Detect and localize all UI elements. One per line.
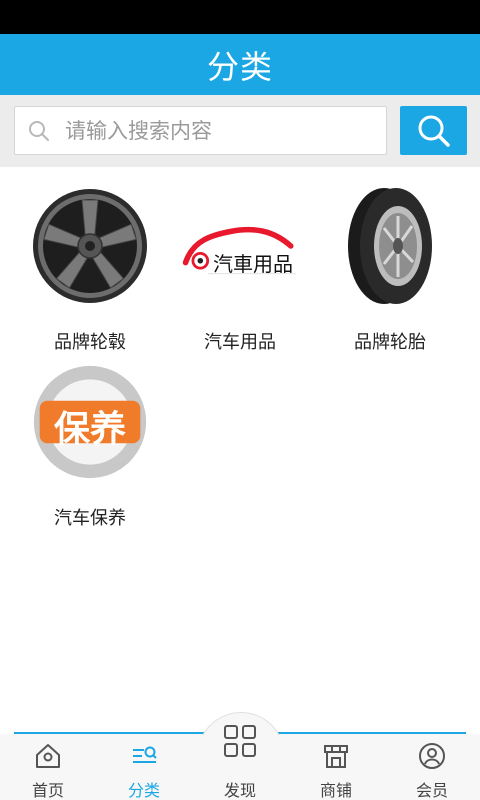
category-label: 品牌轮毂 <box>54 332 126 353</box>
logo-text: 保养 <box>53 409 126 450</box>
tab-discover[interactable]: 发现 <box>192 725 288 800</box>
search-input[interactable] <box>65 118 355 143</box>
category-item-car-supplies[interactable]: 汽車用品 汽车用品 <box>165 178 315 353</box>
category-item-tires[interactable]: 品牌轮胎 <box>315 178 465 353</box>
search-icon <box>418 115 450 147</box>
search-icon <box>29 120 49 141</box>
alloy-wheel-image <box>30 184 150 308</box>
status-bar <box>0 0 480 34</box>
tab-label: 商铺 <box>319 781 352 800</box>
tab-member[interactable]: 会员 <box>384 734 480 800</box>
category-item-wheels[interactable]: 品牌轮毂 <box>15 178 165 353</box>
grid-icon <box>224 725 256 757</box>
search-area <box>0 95 480 167</box>
home-icon <box>36 744 60 768</box>
tab-shop[interactable]: 商铺 <box>288 734 384 800</box>
category-label: 汽车保养 <box>54 508 126 529</box>
category-label: 品牌轮胎 <box>354 332 426 353</box>
search-box[interactable] <box>14 106 387 155</box>
tire-image <box>330 184 450 308</box>
tab-category[interactable]: 分类 <box>96 734 192 800</box>
title-bar: 分类 <box>0 34 480 95</box>
logo-text: 汽車用品 <box>213 252 293 276</box>
tab-label: 发现 <box>223 781 256 800</box>
tab-label: 首页 <box>31 781 64 800</box>
category-item-maintenance[interactable]: 保养 汽车保养 <box>15 354 165 529</box>
tab-label: 分类 <box>127 781 160 800</box>
search-button[interactable] <box>400 106 467 155</box>
shop-icon <box>324 745 348 768</box>
tab-home[interactable]: 首页 <box>0 734 96 800</box>
category-label: 汽车用品 <box>204 332 276 353</box>
page-title: 分类 <box>206 47 273 86</box>
category-icon <box>133 746 157 763</box>
member-icon <box>419 743 445 769</box>
tab-label: 会员 <box>415 781 448 800</box>
car-supplies-logo <box>180 184 300 308</box>
